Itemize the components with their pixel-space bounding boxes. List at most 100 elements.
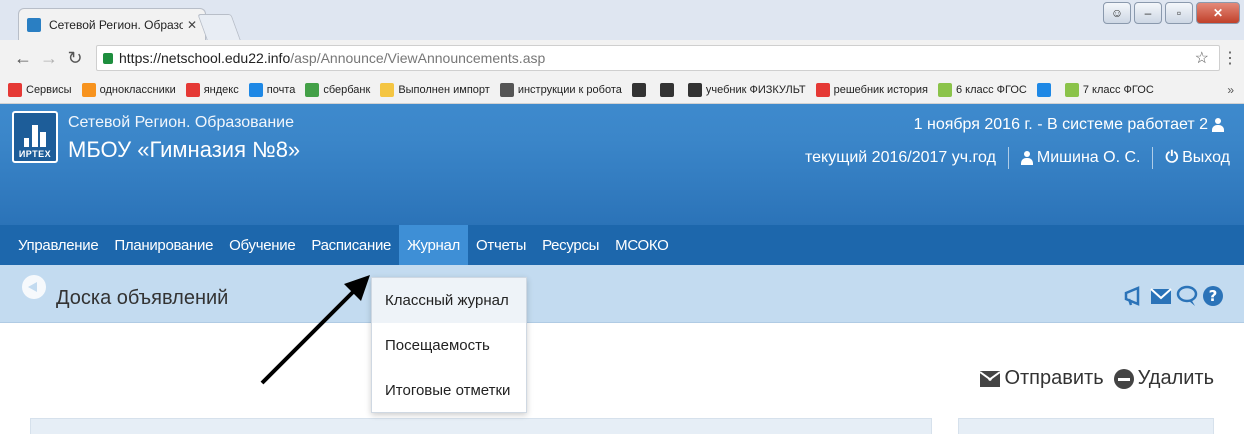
megaphone-icon[interactable] [1124,285,1146,307]
bookmark-item[interactable]: решебник история [815,82,928,97]
bookmark-item[interactable]: Сервисы [8,82,72,97]
bookmark-item[interactable]: инструкции к робота [499,82,622,97]
bookmark-item[interactable]: одноклассники [81,82,176,97]
plusminus-icon [815,82,830,97]
bookmark-item[interactable]: Выполнен импорт [380,82,490,97]
browser-titlebar: Сетевой Регион. Образо ✕ ☺ – ▫ ✕ [0,0,1244,40]
system-name: Сетевой Регион. Образование [68,114,295,131]
nav-item[interactable]: Планирование [106,225,221,265]
bookmark-label: Сервисы [26,83,72,96]
chat-icon[interactable] [1176,285,1198,307]
nav-item[interactable]: Обучение [221,225,303,265]
bookmark-star-icon[interactable]: ☆ [1195,48,1209,68]
bookmark-item[interactable] [659,82,678,97]
bookmarks-overflow-icon[interactable]: » [1227,83,1234,97]
tool-icon [1036,82,1051,97]
logo-text: ИРТЕХ [18,149,52,159]
dropdown-item[interactable]: Итоговые отметки [372,368,526,413]
back-arrow-icon[interactable]: ← [10,48,36,69]
bookmark-item[interactable] [631,82,650,97]
url-path: /asp/Announce/ViewAnnouncements.asp [290,50,546,66]
announcements-panel [30,418,932,434]
reload-icon[interactable]: ↻ [62,48,88,69]
yandex-icon [185,82,200,97]
tab-title: Сетевой Регион. Образо [49,17,183,32]
svg-text:?: ? [1209,287,1218,305]
envelope-icon [980,370,1001,387]
bookmark-item[interactable]: 7 класс ФГОС [1064,82,1154,97]
apps-icon [8,82,22,97]
circle-icon [631,82,646,97]
logo-bars-icon [24,121,48,147]
bookmark-item[interactable]: учебник ФИЗКУЛЬТ [687,82,806,97]
school-name: МБОУ «Гимназия №8» [68,137,301,162]
book-icon [687,82,702,97]
dropdown-item[interactable]: Посещаемость [372,323,526,368]
user-profile-icon[interactable]: ☺ [1103,2,1131,24]
dropdown-item[interactable]: Классный журнал [372,278,526,323]
divider [1007,147,1009,169]
circle-outline-icon [659,82,674,97]
actions-bar: Отправить Удалить [972,367,1214,390]
maximize-icon[interactable]: ▫ [1165,2,1193,24]
bookmark-item[interactable]: почта [248,82,295,97]
browser-tab[interactable]: Сетевой Регион. Образо ✕ [18,8,206,40]
bookmark-label: Выполнен импорт [398,83,490,96]
robot-icon [499,82,514,97]
bookmark-item[interactable]: яндекс [185,82,239,97]
main-nav: Управление Планирование Обучение Расписание… [0,225,1244,265]
bookmark-label: инструкции к робота [517,83,622,96]
user-icon [1020,151,1033,165]
url-input[interactable]: https://netschool.edu22.info/asp/Announc… [96,45,1220,71]
nav-item[interactable]: Ресурсы [534,225,607,265]
globe-icon [1064,82,1079,97]
forward-arrow-icon[interactable]: → [36,48,62,69]
nav-item[interactable]: Отчеты [468,225,534,265]
send-button[interactable]: Отправить [980,367,1104,390]
bookmark-item[interactable]: сбербанк [305,82,371,97]
bookmark-label: одноклассники [99,83,176,96]
bookmark-label: сбербанк [323,83,371,96]
nav-item[interactable]: Управление [10,225,106,265]
tab-close-icon[interactable]: ✕ [187,18,197,32]
user-row: текущий 2016/2017 уч.год Мишина О. С. ⏻ … [805,147,1230,169]
users-online-icon[interactable] [1212,118,1224,132]
window-controls: ☺ – ▫ ✕ [1103,2,1240,24]
back-circle-icon[interactable] [22,275,46,299]
bookmark-label: решебник история [833,83,928,96]
help-icon[interactable]: ? [1202,285,1224,307]
site-favicon-icon [27,17,41,32]
side-panel [958,418,1214,434]
bookmark-item[interactable] [1036,82,1055,97]
delete-button[interactable]: Удалить [1113,367,1214,390]
sber-icon [305,82,320,97]
page-title: Доска объявлений [56,287,229,309]
browser-menu-icon[interactable]: ⋮ [1222,48,1238,68]
delete-label: Удалить [1137,367,1214,389]
minimize-icon[interactable]: – [1134,2,1162,24]
mail-icon [248,82,263,97]
date-status: 1 ноября 2016 г. - В системе работает 2 [914,116,1228,134]
date-status-text: 1 ноября 2016 г. - В системе работает 2 [913,116,1208,133]
irtech-logo[interactable]: ИРТЕХ [12,111,58,163]
close-window-icon[interactable]: ✕ [1196,2,1240,24]
divider [1152,147,1154,169]
bookmarks-bar: Сервисы одноклассники яндекс почта сбербанк В… [0,76,1244,104]
bookmark-label: учебник ФИЗКУЛЬТ [705,83,806,96]
logout-link[interactable]: Выход [1182,149,1230,167]
bookmark-item[interactable]: 6 класс ФГОС [937,82,1027,97]
lock-icon [103,52,113,64]
school-year[interactable]: текущий 2016/2017 уч.год [805,149,996,167]
envelope-icon[interactable] [1150,285,1172,307]
journal-dropdown: Классный журнал Посещаемость Итоговые отме… [371,277,527,413]
globe-icon [937,82,952,97]
nav-item[interactable]: МСОКО [607,225,676,265]
address-bar-row: ← → ↻ https://netschool.edu22.info/asp/A… [0,40,1244,76]
nav-item[interactable]: Журнал [399,225,469,265]
user-name[interactable]: Мишина О. С. [1037,149,1141,167]
power-icon: ⏻ [1165,149,1179,166]
send-label: Отправить [1004,367,1104,389]
nav-item[interactable]: Расписание [303,225,399,265]
bookmark-label: 7 класс ФГОС [1082,83,1154,96]
ok-icon [81,82,96,97]
